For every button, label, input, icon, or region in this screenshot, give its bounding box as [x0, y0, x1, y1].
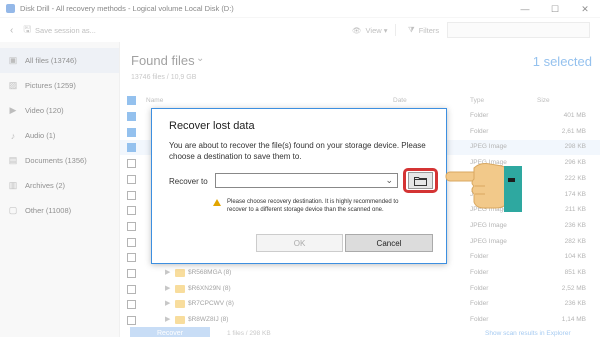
recover-to-dropdown[interactable]: ⌄ [215, 173, 398, 188]
warning-icon [213, 199, 221, 206]
folder-icon [414, 176, 427, 186]
recover-to-label: Recover to [169, 177, 208, 186]
recover-dialog: Recover lost data You are about to recov… [151, 108, 447, 264]
pointing-hand-icon [445, 163, 522, 212]
ok-button[interactable]: OK [256, 234, 343, 252]
dialog-title: Recover lost data [169, 120, 255, 132]
chevron-down-icon: ⌄ [385, 175, 393, 185]
cancel-button[interactable]: Cancel [345, 234, 433, 252]
browse-folder-button[interactable] [408, 172, 433, 189]
warning-message: Please choose recovery destination. It i… [227, 199, 399, 213]
dialog-message: You are about to recover the file(s) fou… [169, 141, 426, 161]
